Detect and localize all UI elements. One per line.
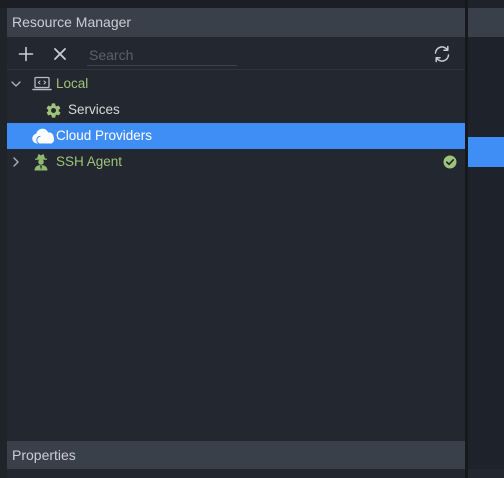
search-input[interactable] bbox=[87, 44, 237, 65]
app-window: Resource Manager Search Local Services C… bbox=[0, 0, 504, 478]
toolbar bbox=[7, 37, 465, 70]
refresh-icon bbox=[434, 45, 450, 63]
tree-item-services[interactable]: Services bbox=[7, 97, 465, 123]
laptop-code-icon bbox=[32, 75, 52, 93]
cloud-icon bbox=[31, 127, 55, 145]
tree-item-cloud-providers[interactable]: Cloud Providers bbox=[7, 123, 465, 149]
refresh-button[interactable] bbox=[431, 43, 453, 65]
add-button[interactable] bbox=[15, 43, 37, 65]
right-panel-header bbox=[468, 8, 504, 37]
tree-item-label: Cloud Providers bbox=[56, 128, 153, 143]
properties-title: Properties bbox=[7, 441, 465, 469]
tree-item-label: Services bbox=[68, 102, 120, 117]
tree-item-ssh-agent[interactable]: SSH Agent bbox=[7, 149, 465, 175]
chevron-right-icon[interactable] bbox=[10, 156, 22, 168]
plus-icon bbox=[18, 46, 34, 62]
properties-panel bbox=[7, 469, 465, 478]
right-panel bbox=[468, 0, 504, 478]
right-panel-bottom bbox=[468, 469, 504, 478]
tree-item-label: Local bbox=[56, 76, 89, 91]
agent-icon bbox=[31, 153, 51, 171]
panel-left-border bbox=[0, 8, 7, 478]
gear-icon bbox=[43, 101, 63, 119]
tree-item-local[interactable]: Local bbox=[7, 71, 465, 97]
remove-button[interactable] bbox=[49, 43, 71, 65]
search-field bbox=[87, 44, 237, 66]
right-panel-selection bbox=[468, 137, 504, 167]
tree-item-label: SSH Agent bbox=[56, 154, 123, 169]
x-icon bbox=[54, 48, 66, 60]
resource-manager-panel: Resource Manager Search Local Services C… bbox=[0, 0, 466, 478]
chevron-down-icon[interactable] bbox=[10, 78, 22, 90]
panel-title: Resource Manager bbox=[7, 8, 465, 37]
check-circle-icon bbox=[443, 155, 457, 169]
resource-tree: Local Services Cloud Providers SSH Agent bbox=[7, 71, 465, 175]
panel-top-strip bbox=[0, 0, 466, 8]
